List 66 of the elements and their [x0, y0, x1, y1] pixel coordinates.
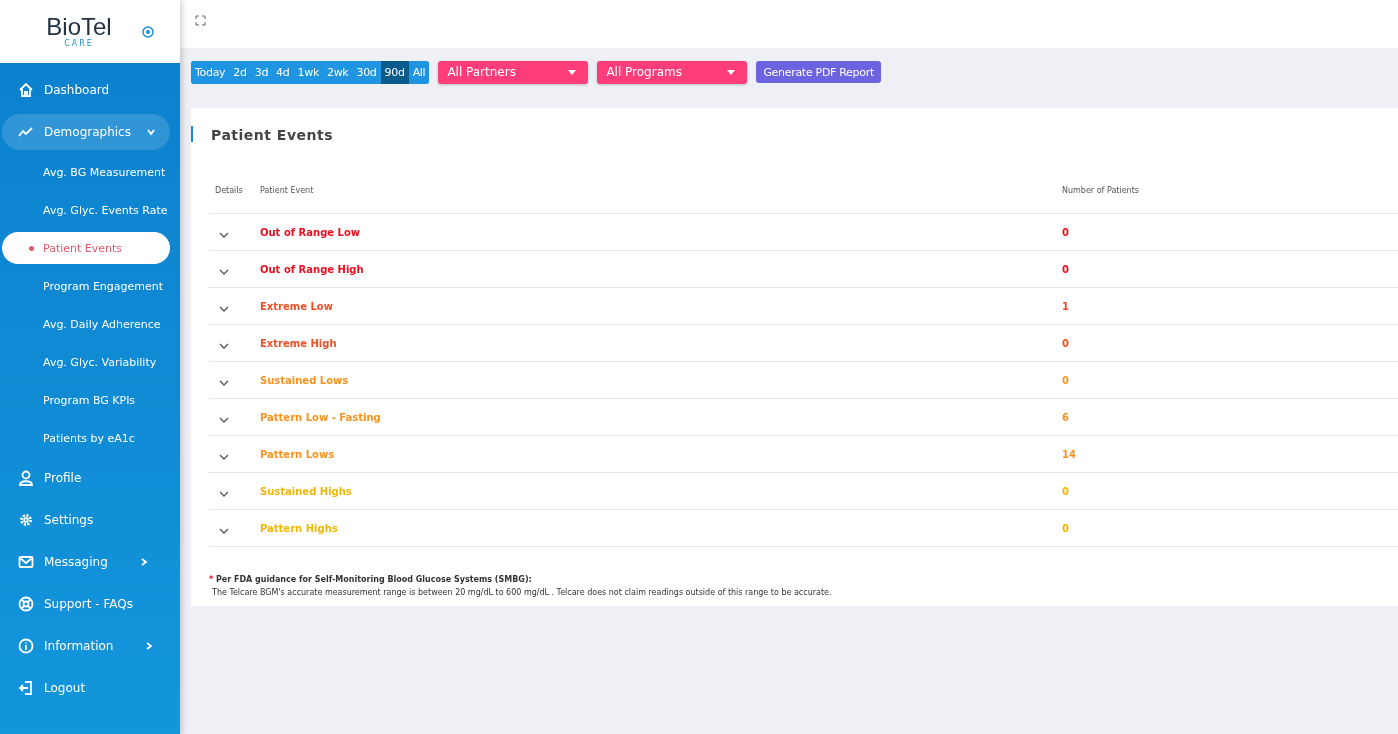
nav-item[interactable]: Profile	[2, 460, 170, 496]
event-name: Pattern Low - Fasting	[260, 411, 382, 423]
nav-subitem[interactable]: Avg. Daily Adherence	[2, 308, 170, 340]
caret-icon	[727, 69, 736, 75]
expand-chevron-icon[interactable]	[219, 305, 229, 312]
patient-count: 0	[1062, 263, 1069, 275]
patient-count: 0	[1062, 337, 1069, 349]
patient-count: 0	[1062, 485, 1069, 497]
event-name: Pattern Lows	[260, 448, 336, 460]
patient-count: 14	[1062, 448, 1076, 460]
nav-item[interactable]: Information	[2, 628, 170, 664]
report-button[interactable]: Generate PDF Report	[756, 61, 881, 83]
patient-count: 6	[1062, 411, 1069, 423]
bullet-icon	[29, 246, 34, 251]
user-icon	[18, 470, 34, 486]
nav-subitem[interactable]: Avg. Glyc. Events Rate	[2, 194, 170, 226]
card-title: Patient Events	[191, 126, 1398, 142]
column-header: Patient Event	[260, 185, 315, 195]
patient-count: 0	[1062, 226, 1069, 238]
event-name: Extreme Low	[260, 300, 334, 312]
envelope-icon	[18, 554, 34, 570]
patient-count: 1	[1062, 300, 1069, 312]
lifebuoy-icon	[18, 596, 34, 612]
event-name: Out of Range High	[260, 263, 365, 275]
info-icon	[18, 638, 34, 654]
home-icon	[18, 82, 34, 98]
expand-chevron-icon[interactable]	[219, 379, 229, 386]
event-name: Extreme High	[260, 337, 338, 349]
patient-count: 0	[1062, 522, 1069, 534]
target-icon[interactable]	[141, 25, 154, 38]
expand-chevron-icon[interactable]	[219, 527, 229, 534]
expand-chevron-icon[interactable]	[219, 416, 229, 423]
patient-count: 0	[1062, 374, 1069, 386]
nav-item[interactable]: Logout	[2, 670, 170, 706]
nav-subitem[interactable]: Program Engagement	[2, 270, 170, 302]
event-name: Pattern Highs	[260, 522, 339, 534]
programs-dropdown[interactable]: All Programs	[597, 60, 748, 84]
nav-subitem[interactable]: Patients by eA1c	[2, 422, 170, 454]
column-header: Number of Patients	[1062, 185, 1140, 195]
settings-icon	[18, 512, 34, 528]
nav-item[interactable]: Dashboard	[2, 72, 170, 108]
range-button[interactable]: 90d	[380, 60, 409, 84]
nav-subitem[interactable]: Avg. BG Measurement	[2, 156, 170, 188]
event-name: Sustained Highs	[260, 485, 353, 497]
event-name: Out of Range Low	[260, 226, 362, 238]
footnote-text: The Telcare BGM's accurate measurement range is between 20 mg/dL to 600 mg/dL . Telcare does not claim readings outside of this range to be accurate.	[212, 588, 833, 597]
logo: BioTel CARE	[46, 15, 112, 48]
expand-chevron-icon[interactable]	[219, 231, 229, 238]
expand-chevron-icon[interactable]	[219, 490, 229, 497]
nav-item[interactable]: Messaging	[2, 544, 170, 580]
expand-chevron-icon[interactable]	[219, 453, 229, 460]
nav-subitem[interactable]: Patient Events	[2, 232, 170, 264]
column-header: Details	[214, 185, 244, 195]
partners-dropdown[interactable]: All Partners	[438, 60, 589, 84]
fullscreen-icon[interactable]	[195, 14, 206, 26]
expand-chevron-icon[interactable]	[219, 268, 229, 275]
event-name: Sustained Lows	[260, 374, 350, 386]
logout-icon	[18, 680, 34, 696]
nav-item[interactable]: Demographics	[2, 114, 170, 150]
footnote-heading: * Per FDA guidance for Self-Monitoring Blood Glucose Systems (SMBG):	[209, 575, 533, 584]
nav-item[interactable]: Support - FAQs	[2, 586, 170, 622]
nav-subitem[interactable]: Program BG KPIs	[2, 384, 170, 416]
caret-icon	[568, 69, 577, 75]
nav-subitem[interactable]: Avg. Glyc. Variability	[2, 346, 170, 378]
expand-chevron-icon[interactable]	[219, 342, 229, 349]
nav-item[interactable]: Settings	[2, 502, 170, 538]
